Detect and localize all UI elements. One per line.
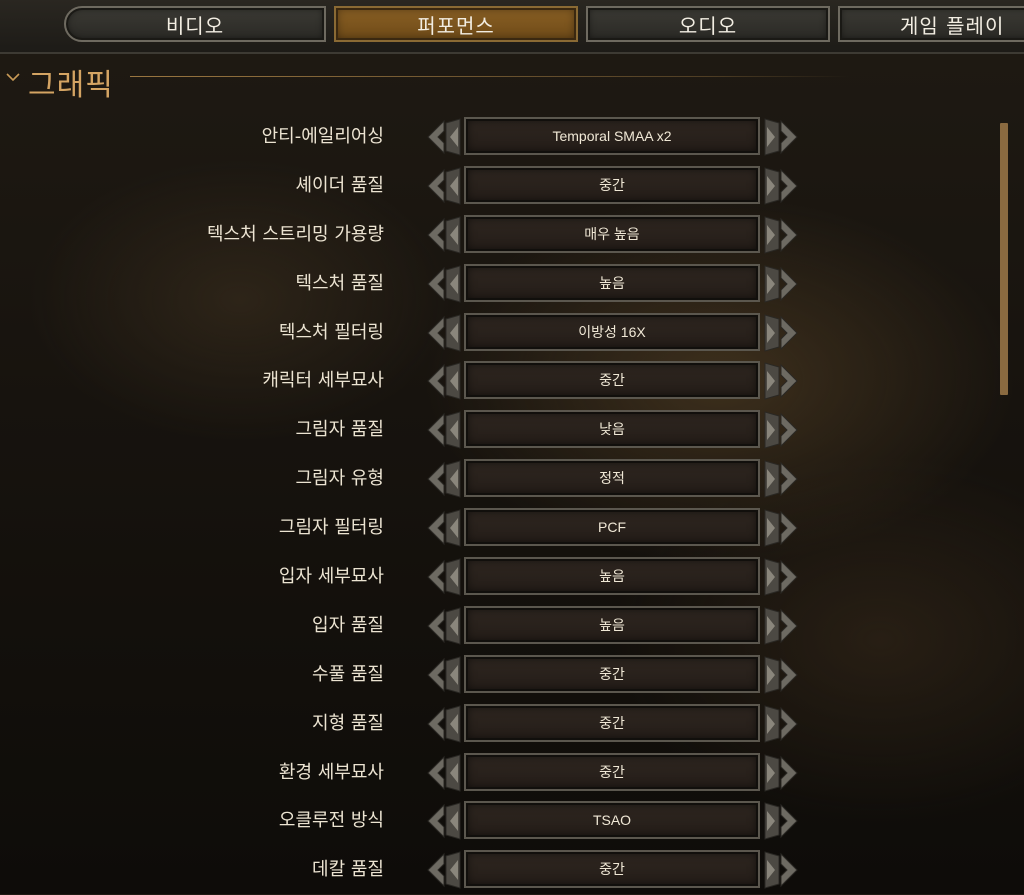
next-option-arrow-icon[interactable] xyxy=(763,410,799,450)
setting-value[interactable]: 높음 xyxy=(464,605,760,644)
setting-label: 텍스처 품질 xyxy=(295,272,384,294)
setting-label: 환경 세부묘사 xyxy=(278,761,384,783)
setting-label: 입자 품질 xyxy=(312,614,384,636)
next-option-arrow-icon[interactable] xyxy=(763,704,799,744)
setting-label: 그림자 필터링 xyxy=(278,517,384,539)
previous-option-arrow-icon[interactable] xyxy=(426,166,462,206)
next-option-arrow-icon[interactable] xyxy=(763,166,799,206)
setting-row: 텍스처 품질 높음 xyxy=(0,260,1000,309)
previous-option-arrow-icon[interactable] xyxy=(426,655,462,695)
setting-row: 오클루전 방식 TSAO xyxy=(0,797,1000,846)
setting-row: 지형 품질 중간 xyxy=(0,700,1000,749)
setting-row: 수풀 품질 중간 xyxy=(0,651,1000,700)
setting-value[interactable]: 중간 xyxy=(464,752,760,791)
graphics-settings-list: 안티-에일리어싱 Temporal SMAA x2 셰이더 품질 중간 텍스처 스트리밍… xyxy=(0,113,1000,895)
section-divider xyxy=(130,76,850,77)
tab-gameplay[interactable]: 게임 플레이 xyxy=(838,6,1024,42)
previous-option-arrow-icon[interactable] xyxy=(426,704,462,744)
setting-label: 오클루전 방식 xyxy=(278,810,384,832)
setting-value[interactable]: TSAO xyxy=(464,801,760,840)
previous-option-arrow-icon[interactable] xyxy=(426,361,462,401)
tab-video-label: 비디오 xyxy=(165,13,225,38)
setting-label: 지형 품질 xyxy=(312,712,384,734)
scrollbar-thumb[interactable] xyxy=(1000,123,1008,395)
chevron-down-icon[interactable] xyxy=(6,66,20,87)
previous-option-arrow-icon[interactable] xyxy=(426,606,462,646)
setting-value[interactable]: 낮음 xyxy=(464,410,760,449)
previous-option-arrow-icon[interactable] xyxy=(426,264,462,304)
next-option-arrow-icon[interactable] xyxy=(763,215,799,255)
next-option-arrow-icon[interactable] xyxy=(763,264,799,304)
next-option-arrow-icon[interactable] xyxy=(763,117,799,157)
setting-label: 텍스처 스트리밍 가용량 xyxy=(206,223,384,245)
setting-row: 입자 품질 높음 xyxy=(0,602,1000,651)
setting-label: 수풀 품질 xyxy=(312,663,384,685)
setting-row: 그림자 유형 정적 xyxy=(0,455,1000,504)
setting-label: 셰이더 품질 xyxy=(295,174,384,196)
setting-value[interactable]: 매우 높음 xyxy=(464,214,760,253)
next-option-arrow-icon[interactable] xyxy=(763,361,799,401)
setting-value[interactable]: 중간 xyxy=(464,850,760,889)
setting-value[interactable]: 중간 xyxy=(464,165,760,204)
next-option-arrow-icon[interactable] xyxy=(763,850,799,890)
setting-row: 캐릭터 세부묘사 중간 xyxy=(0,357,1000,406)
setting-label: 데칼 품질 xyxy=(312,859,384,881)
setting-label: 안티-에일리어싱 xyxy=(261,126,384,147)
next-option-arrow-icon[interactable] xyxy=(763,313,799,353)
setting-row: 그림자 필터링 PCF xyxy=(0,504,1000,553)
setting-value[interactable]: 높음 xyxy=(464,263,760,302)
setting-row: 안티-에일리어싱 Temporal SMAA x2 xyxy=(0,113,1000,162)
setting-value[interactable]: 높음 xyxy=(464,557,760,596)
setting-value[interactable]: 중간 xyxy=(464,703,760,742)
setting-label: 그림자 품질 xyxy=(295,419,384,441)
setting-label: 그림자 유형 xyxy=(295,468,384,490)
previous-option-arrow-icon[interactable] xyxy=(426,410,462,450)
setting-value[interactable]: Temporal SMAA x2 xyxy=(464,117,760,155)
setting-label: 텍스처 필터링 xyxy=(278,321,384,343)
setting-row: 그림자 품질 낮음 xyxy=(0,406,1000,455)
next-option-arrow-icon[interactable] xyxy=(763,801,799,841)
tab-performance[interactable]: 퍼포먼스 xyxy=(334,6,578,42)
setting-value[interactable]: 정적 xyxy=(464,459,760,498)
setting-label: 입자 세부묘사 xyxy=(278,566,384,588)
next-option-arrow-icon[interactable] xyxy=(763,655,799,695)
setting-row: 텍스처 필터링 이방성 16X xyxy=(0,309,1000,358)
setting-row: 셰이더 품질 중간 xyxy=(0,162,1000,211)
previous-option-arrow-icon[interactable] xyxy=(426,850,462,890)
section-title-graphics[interactable]: 그래픽 xyxy=(28,60,114,104)
tab-audio-label: 오디오 xyxy=(678,13,738,38)
previous-option-arrow-icon[interactable] xyxy=(426,459,462,499)
setting-row: 데칼 품질 중간 xyxy=(0,846,1000,895)
next-option-arrow-icon[interactable] xyxy=(763,508,799,548)
setting-value[interactable]: 이방성 16X xyxy=(464,312,760,351)
setting-label: 캐릭터 세부묘사 xyxy=(262,370,384,392)
setting-value[interactable]: 중간 xyxy=(464,654,760,693)
tab-video[interactable]: 비디오 xyxy=(64,6,326,42)
previous-option-arrow-icon[interactable] xyxy=(426,753,462,793)
previous-option-arrow-icon[interactable] xyxy=(426,313,462,353)
settings-tab-bar: 비디오 퍼포먼스 오디오 게임 플레이 xyxy=(0,0,1024,54)
setting-row: 텍스처 스트리밍 가용량 매우 높음 xyxy=(0,211,1000,260)
setting-row: 환경 세부묘사 중간 xyxy=(0,749,1000,798)
next-option-arrow-icon[interactable] xyxy=(763,606,799,646)
setting-row: 입자 세부묘사 높음 xyxy=(0,553,1000,602)
tab-gameplay-label: 게임 플레이 xyxy=(900,13,1005,38)
setting-value[interactable]: PCF xyxy=(464,508,760,547)
tab-audio[interactable]: 오디오 xyxy=(586,6,830,42)
previous-option-arrow-icon[interactable] xyxy=(426,117,462,157)
tab-performance-label: 퍼포먼스 xyxy=(417,13,495,38)
next-option-arrow-icon[interactable] xyxy=(763,459,799,499)
next-option-arrow-icon[interactable] xyxy=(763,557,799,597)
previous-option-arrow-icon[interactable] xyxy=(426,557,462,597)
setting-value[interactable]: 중간 xyxy=(464,361,760,400)
previous-option-arrow-icon[interactable] xyxy=(426,801,462,841)
previous-option-arrow-icon[interactable] xyxy=(426,508,462,548)
next-option-arrow-icon[interactable] xyxy=(763,753,799,793)
previous-option-arrow-icon[interactable] xyxy=(426,215,462,255)
